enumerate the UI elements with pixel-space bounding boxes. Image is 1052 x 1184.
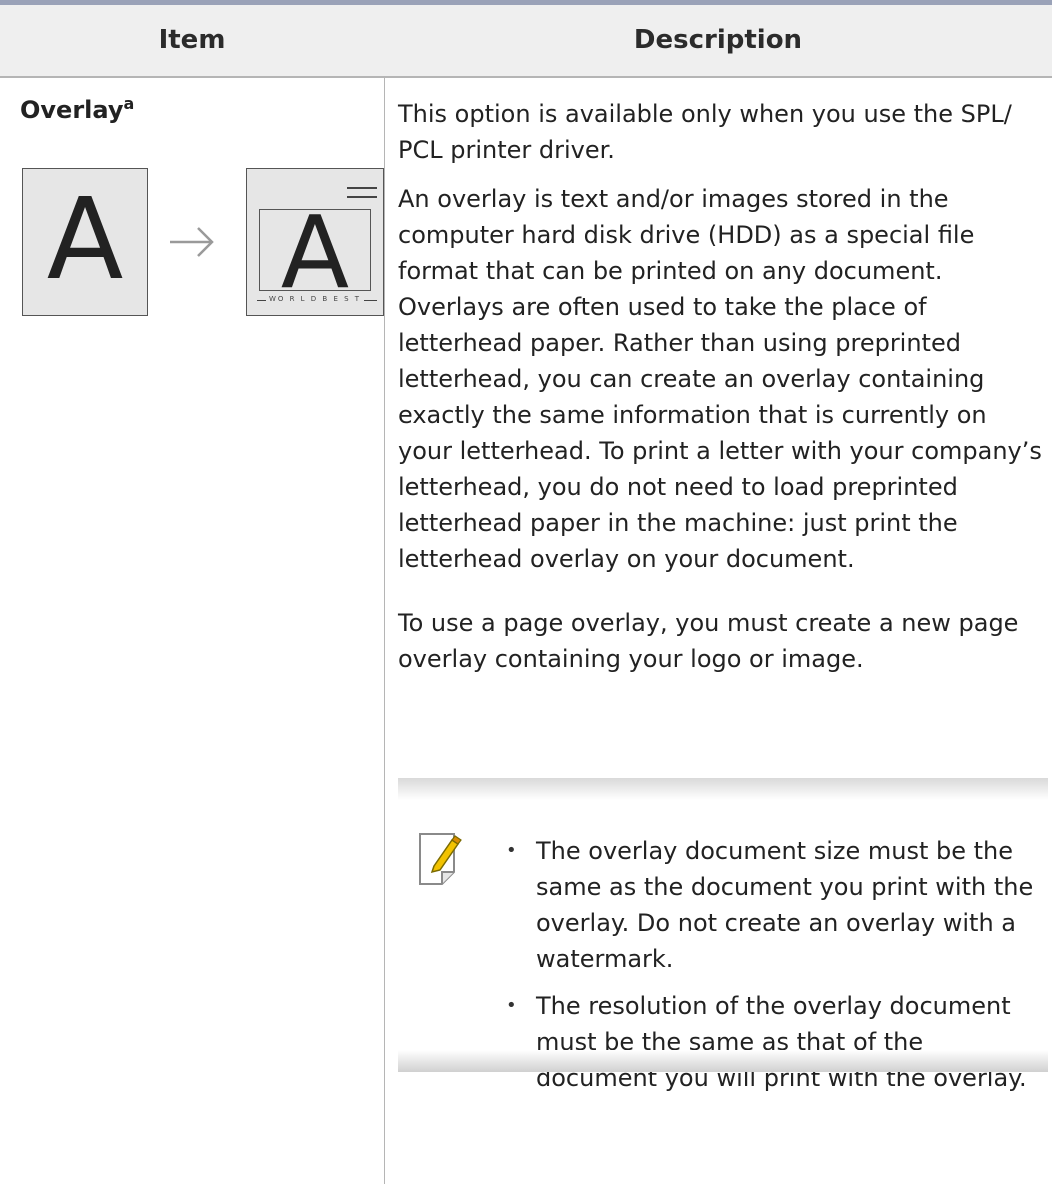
header-item: Item xyxy=(158,25,226,55)
footer-text-wrap: WO R L D B E S T xyxy=(247,295,383,303)
description-paragraph: This option is available only when you u… xyxy=(398,100,1012,164)
note-text: The overlay document size must be the sa… xyxy=(536,837,1034,973)
item-footnote: a xyxy=(123,94,135,113)
original-page-illustration: A xyxy=(22,168,148,316)
note-text: The resolution of the overlay document m… xyxy=(536,992,1027,1092)
bullet: • xyxy=(506,995,517,1016)
note-item: • The resolution of the overlay document … xyxy=(506,988,1046,1096)
note-box: • The overlay document size must be the s… xyxy=(398,778,1048,1092)
footer-text: WO R L D B E S T xyxy=(265,295,365,303)
note-pencil-icon xyxy=(419,833,462,885)
note-top-bar xyxy=(398,778,1048,800)
description-paragraph: To use a page overlay, you must create a… xyxy=(398,609,1019,673)
description-paragraph: An overlay is text and/or images stored … xyxy=(398,185,1042,573)
overlay-page-illustration: A WO R L D B E S T xyxy=(246,168,384,316)
overlay-letter: A xyxy=(280,194,350,311)
item-title-text: Overlay xyxy=(20,96,124,124)
arrow-right-icon xyxy=(170,227,214,257)
table-header: Item Description xyxy=(0,5,1052,78)
original-letter: A xyxy=(46,175,124,305)
note-bottom-bar xyxy=(398,1050,1048,1072)
column-divider xyxy=(384,78,385,1184)
item-title: Overlaya xyxy=(20,94,135,125)
header-description: Description xyxy=(633,25,803,55)
bullet: • xyxy=(506,840,517,861)
note-item: • The overlay document size must be the s… xyxy=(506,833,1046,977)
